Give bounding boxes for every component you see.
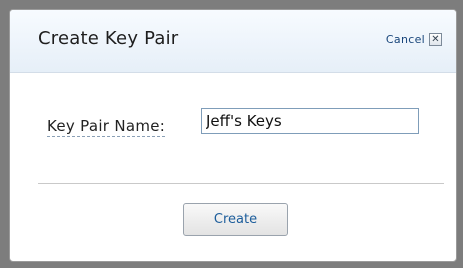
- create-button[interactable]: Create: [183, 203, 288, 236]
- key-pair-name-input[interactable]: [201, 108, 419, 134]
- divider: [38, 183, 444, 184]
- dialog-header: Create Key Pair Cancel ✕: [10, 10, 456, 73]
- cancel-link[interactable]: Cancel: [386, 33, 425, 46]
- create-key-pair-dialog: Create Key Pair Cancel ✕ Key Pair Name: …: [9, 9, 457, 262]
- close-icon[interactable]: ✕: [429, 33, 442, 46]
- cancel-control: Cancel ✕: [386, 33, 442, 46]
- dialog-title: Create Key Pair: [38, 28, 179, 49]
- key-pair-name-label: Key Pair Name:: [47, 117, 166, 137]
